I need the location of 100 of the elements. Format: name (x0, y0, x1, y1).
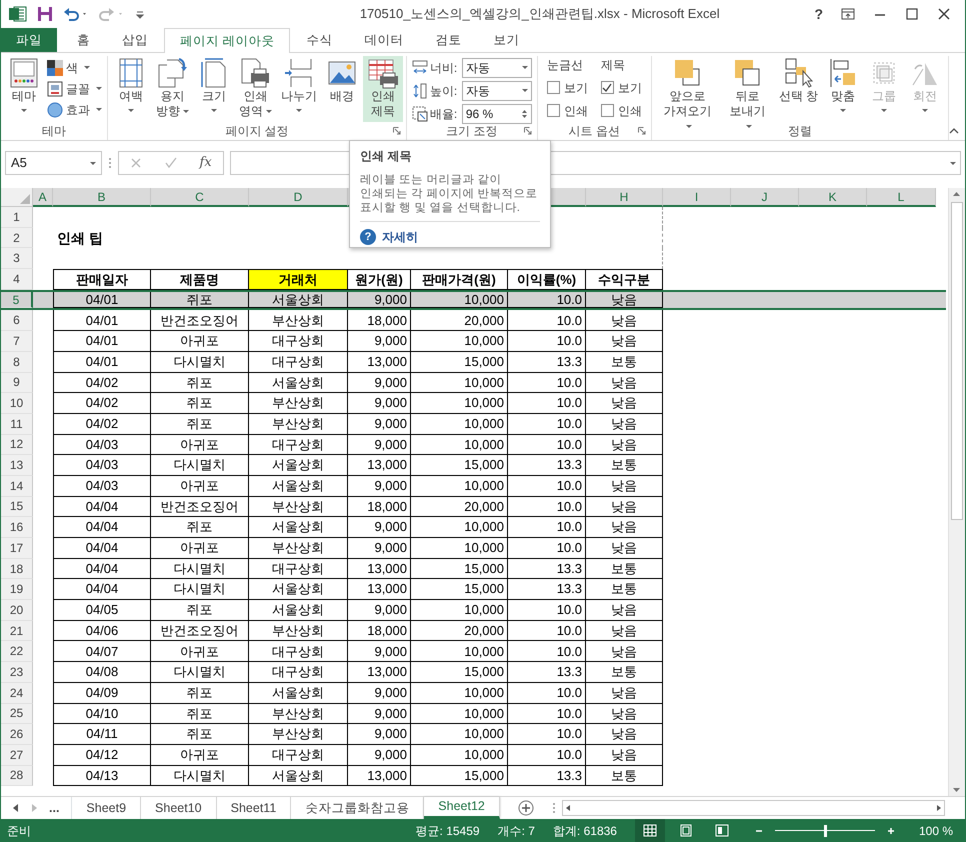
table-cell: 04/13 (53, 766, 151, 786)
table-cell: 04/02 (53, 414, 151, 435)
table-cell: 서울상회 (249, 292, 348, 308)
table-cell: 부산상회 (249, 310, 348, 332)
table-cell: 10,000 (411, 538, 508, 559)
table-cell: 04/12 (53, 744, 151, 766)
table-cell: 04/07 (53, 641, 151, 662)
table-cell: 13.3 (508, 558, 586, 580)
table-cell: 13,000 (348, 352, 411, 372)
status-stat: 합계: 61836 (552, 822, 617, 840)
option-heading: 제목 (600, 57, 626, 74)
table-cell: 낮음 (586, 476, 663, 497)
table-cell: 낮음 (586, 393, 663, 414)
table-cell: 낮음 (586, 292, 663, 308)
table-cell: 서울상회 (249, 766, 348, 786)
table-cell: 10.0 (508, 496, 586, 518)
table-cell: 아귀포 (151, 476, 249, 497)
table-cell: 9,000 (348, 393, 411, 414)
table-cell: 다시멸치 (151, 766, 249, 786)
table-cell: 대구상회 (249, 744, 348, 766)
table-cell: 18,000 (348, 496, 411, 518)
table-cell: 아귀포 (151, 744, 249, 766)
table-cell: 10.0 (508, 744, 586, 766)
table-cell: 04/04 (53, 496, 151, 518)
table-cell: 04/03 (53, 455, 151, 476)
table-cell: 10,000 (411, 292, 508, 308)
table-cell: 10.0 (508, 414, 586, 435)
table-cell: 낮음 (586, 538, 663, 559)
table-cell: 13,000 (348, 455, 411, 476)
group-label: 크기 조정 (446, 123, 498, 140)
table-cell: 보통 (586, 766, 663, 786)
column-heading: 수익구분 (586, 269, 663, 290)
field-label: 너비: (430, 60, 458, 76)
table-cell: 10.0 (508, 372, 586, 394)
table-cell: 13.3 (508, 579, 586, 600)
table-cell: 18,000 (348, 310, 411, 332)
table-cell: 10.0 (508, 600, 586, 621)
table-cell: 반건조오징어 (151, 496, 249, 518)
table-cell: 9,000 (348, 414, 411, 435)
table-cell: 반건조오징어 (151, 620, 249, 642)
table-cell: 04/01 (53, 310, 151, 332)
table-cell: 대구상회 (249, 558, 348, 580)
option-heading: 눈금선 (546, 57, 584, 74)
table-cell: 04/02 (53, 372, 151, 394)
table-cell: 낮음 (586, 331, 663, 352)
table-cell: 13.3 (508, 455, 586, 476)
status-text: 준비 (7, 822, 31, 840)
table-cell: 15,000 (411, 455, 508, 476)
table-cell: 04/10 (53, 704, 151, 724)
table-cell: 10.0 (508, 292, 586, 308)
table-cell: 10.0 (508, 704, 586, 724)
table-cell: 10,000 (411, 434, 508, 456)
status-stat: 평균: 15459 (416, 822, 480, 840)
table-cell: 쥐포 (151, 372, 249, 394)
table-cell: 부산상회 (249, 393, 348, 414)
table-cell: 대구상회 (249, 331, 348, 352)
table-cell: 부산상회 (249, 496, 348, 518)
table-cell: 04/09 (53, 682, 151, 704)
table-cell: 9,000 (348, 331, 411, 352)
table-cell: 다시멸치 (151, 352, 249, 372)
table-cell: 부산상회 (249, 704, 348, 724)
table-cell: 10.0 (508, 641, 586, 662)
table-cell: 아귀포 (151, 331, 249, 352)
table-cell: 20,000 (411, 496, 508, 518)
field-label: 높이: (430, 82, 458, 100)
table-cell: 부산상회 (249, 620, 348, 642)
table-cell: 10.0 (508, 682, 586, 704)
table-cell: 쥐포 (151, 393, 249, 414)
table-cell: 아귀포 (151, 434, 249, 456)
table-cell: 13,000 (348, 662, 411, 683)
table-cell: 다시멸치 (151, 662, 249, 683)
column-heading: 제품명 (151, 269, 249, 290)
table-cell: 대구상회 (249, 434, 348, 456)
table-cell: 쥐포 (151, 517, 249, 538)
group-label: 정렬 (788, 123, 812, 140)
table-cell: 04/02 (53, 393, 151, 414)
table-cell: 낮음 (586, 434, 663, 456)
table-cell: 10,000 (411, 331, 508, 352)
table-cell: 낮음 (586, 414, 663, 435)
table-cell: 낮음 (586, 310, 663, 332)
table-cell: 대구상회 (249, 641, 348, 662)
group-label: 시트 옵션 (568, 123, 620, 140)
table-cell: 04/06 (53, 620, 151, 642)
table-cell: 서울상회 (249, 476, 348, 497)
table-cell: 9,000 (348, 434, 411, 456)
table-cell: 9,000 (348, 517, 411, 538)
table-cell: 20,000 (411, 310, 508, 332)
table-cell: 10,000 (411, 476, 508, 497)
table-cell: 10,000 (411, 372, 508, 394)
table-cell: 04/01 (53, 292, 151, 308)
table-cell: 10,000 (411, 600, 508, 621)
table-cell: 15,000 (411, 558, 508, 580)
table-cell: 아귀포 (151, 538, 249, 559)
table-cell: 15,000 (411, 352, 508, 372)
table-cell: 13,000 (348, 558, 411, 580)
table-cell: 04/01 (53, 352, 151, 372)
table-cell: 낮음 (586, 496, 663, 518)
table-cell: 04/04 (53, 517, 151, 538)
table-cell: 서울상회 (249, 517, 348, 538)
tooltip-title: 인쇄 제목 (360, 148, 412, 165)
